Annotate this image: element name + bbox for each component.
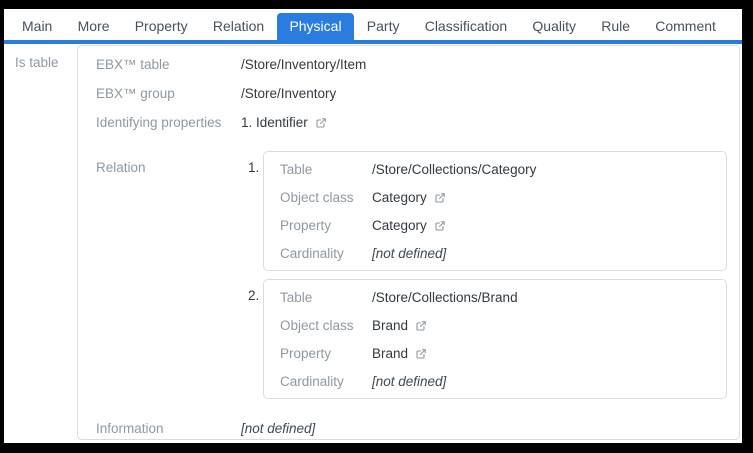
field-label: Table — [280, 289, 313, 305]
relation-card: Table /Store/Collections/Brand Object cl… — [263, 279, 727, 399]
record-type-label: Is table — [15, 55, 59, 70]
relation-index: 1. — [248, 160, 260, 175]
ebx-table-value: /Store/Inventory/Item — [241, 57, 367, 72]
card-row-cardinality: Cardinality [not defined] — [280, 367, 726, 395]
tab-rule[interactable]: Rule — [589, 13, 642, 40]
field-label: Identifying properties — [96, 115, 222, 130]
field-label: EBX™ group — [96, 86, 175, 101]
card-row-cardinality: Cardinality [not defined] — [280, 239, 726, 267]
field-label: Relation — [96, 160, 146, 175]
object-class-link[interactable]: Category — [372, 190, 446, 205]
relation-item-2: 2. Table /Store/Collections/Brand Object… — [241, 279, 727, 399]
physical-panel: EBX™ table /Store/Inventory/Item EBX™ gr… — [77, 45, 740, 440]
relation-index: 2. — [248, 288, 260, 303]
tab-classification[interactable]: Classification — [413, 13, 519, 40]
object-class-link-label: Brand — [372, 317, 409, 333]
tab-more[interactable]: More — [66, 13, 122, 40]
identifier-link-label: 1. Identifier — [241, 115, 308, 130]
tab-quality[interactable]: Quality — [520, 13, 588, 40]
field-row-identifying-properties: Identifying properties 1. Identifier — [96, 108, 727, 137]
field-label: Cardinality — [280, 373, 344, 389]
tab-physical[interactable]: Physical — [277, 13, 354, 40]
identifier-link[interactable]: 1. Identifier — [241, 115, 327, 130]
object-class-link-label: Category — [372, 189, 427, 205]
card-row-object-class: Object class Category — [280, 183, 726, 211]
field-label: EBX™ table — [96, 57, 170, 72]
cardinality-value: [not defined] — [372, 373, 447, 389]
card-row-property: Property Brand — [280, 339, 726, 367]
object-class-link[interactable]: Brand — [372, 318, 427, 333]
relation-table-value: /Store/Collections/Category — [372, 161, 537, 177]
field-label: Object class — [280, 317, 354, 333]
field-label: Cardinality — [280, 245, 344, 261]
field-label: Property — [280, 345, 332, 361]
field-label: Object class — [280, 189, 354, 205]
field-label: Property — [280, 217, 332, 233]
field-row-ebx-table: EBX™ table /Store/Inventory/Item — [96, 50, 727, 79]
external-link-icon — [434, 220, 446, 232]
tab-comment[interactable]: Comment — [643, 13, 728, 40]
card-row-table: Table /Store/Collections/Brand — [280, 283, 726, 311]
information-value: [not defined] — [241, 421, 316, 436]
field-row-information: Information [not defined] — [96, 414, 727, 439]
external-link-icon — [415, 348, 427, 360]
tab-main[interactable]: Main — [10, 13, 64, 40]
external-link-icon — [415, 320, 427, 332]
relation-table-value: /Store/Collections/Brand — [372, 289, 518, 305]
cardinality-value: [not defined] — [372, 245, 447, 261]
tab-party[interactable]: Party — [355, 13, 412, 40]
relation-card: Table /Store/Collections/Category Object… — [263, 151, 727, 271]
property-link-label: Category — [372, 217, 427, 233]
field-label: Information — [96, 421, 164, 436]
property-link[interactable]: Category — [372, 218, 446, 233]
tab-bar: Main More Property Relation Physical Par… — [4, 9, 742, 40]
tab-relation[interactable]: Relation — [201, 13, 276, 40]
property-link[interactable]: Brand — [372, 346, 427, 361]
card-row-object-class: Object class Brand — [280, 311, 726, 339]
card-row-property: Property Category — [280, 211, 726, 239]
card-row-table: Table /Store/Collections/Category — [280, 155, 726, 183]
field-label: Table — [280, 161, 313, 177]
relation-list: 1. Table /Store/Collections/Category Obj… — [241, 151, 727, 399]
external-link-icon — [315, 117, 327, 129]
app-window: Main More Property Relation Physical Par… — [4, 9, 742, 443]
external-link-icon — [434, 192, 446, 204]
ebx-group-value: /Store/Inventory — [241, 86, 337, 101]
field-row-ebx-group: EBX™ group /Store/Inventory — [96, 79, 727, 108]
relation-item-1: 1. Table /Store/Collections/Category Obj… — [241, 151, 727, 271]
tab-property[interactable]: Property — [123, 13, 200, 40]
relation-section: Relation 1. Table /Store/Collections/Cat… — [96, 151, 727, 399]
property-link-label: Brand — [372, 345, 409, 361]
tab-underline — [4, 40, 742, 44]
